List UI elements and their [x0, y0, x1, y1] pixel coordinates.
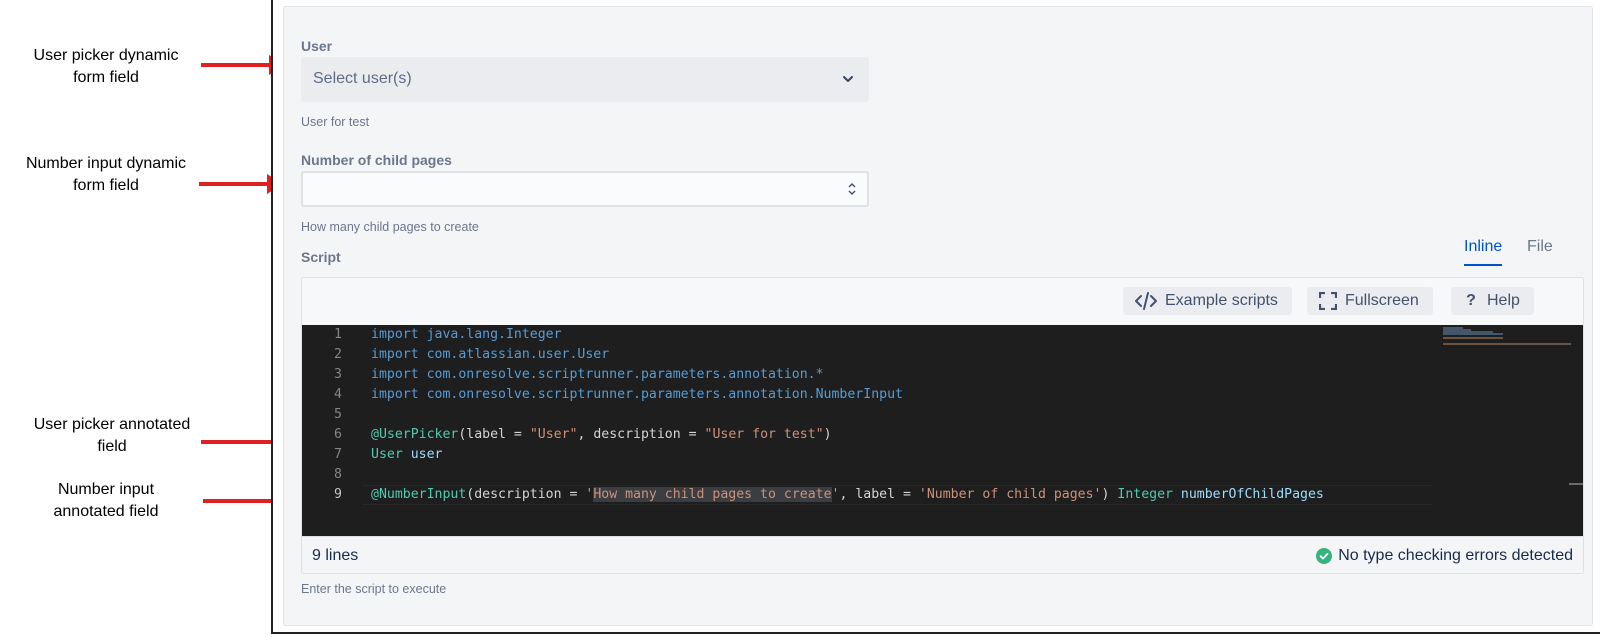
type-check-text: No type checking errors detected: [1338, 547, 1573, 564]
check-circle-icon: [1316, 548, 1333, 564]
screenshot-frame: User Select user(s) User for test Number…: [271, 0, 1600, 634]
line-number: 2: [334, 347, 342, 362]
type-check-status: No type checking errors detected: [1316, 547, 1573, 565]
spinner-arrows-icon[interactable]: [847, 180, 857, 198]
annotation-text: form field: [73, 177, 139, 194]
code-token: numberOfChildPages: [1180, 487, 1324, 502]
annotation-user-picker-dynamic: User picker dynamic form field: [14, 45, 198, 89]
user-field-label: User: [301, 38, 333, 54]
annotation-text: Number input: [57, 481, 155, 498]
code-token: ): [1101, 487, 1118, 502]
script-editor: Example scripts Fullscreen ? Help 1 impor…: [301, 277, 1584, 574]
code-line: 3 import com.onresolve.scriptrunner.param…: [302, 365, 1583, 385]
annotation-number-input-dynamic: Number input dynamic form field: [14, 153, 198, 197]
number-field-label: Number of child pages: [301, 152, 452, 168]
code-line: 9 @NumberInput(description = 'How many ch…: [302, 485, 1583, 505]
code-token: ): [823, 427, 832, 442]
code-line: 6 @UserPicker(label = "User", description…: [302, 425, 1583, 445]
line-number: 4: [334, 387, 342, 402]
fullscreen-button[interactable]: Fullscreen: [1307, 287, 1433, 315]
tab-inline[interactable]: Inline: [1464, 238, 1503, 266]
code-area[interactable]: 1 import java.lang.Integer 2 import com.atl…: [302, 325, 1583, 536]
editor-toolbar: Example scripts Fullscreen ? Help: [302, 278, 1583, 325]
annotation-user-picker-annotated: User picker annotated field: [14, 414, 210, 458]
example-scripts-label: Example scripts: [1165, 292, 1278, 309]
code-text: import java.lang.Integer: [371, 325, 562, 345]
script-field-helper: Enter the script to execute: [301, 582, 447, 596]
chevron-down-icon: [843, 76, 853, 82]
code-token: import com.onresolve.scriptrunner.parame…: [371, 387, 903, 402]
line-number: 3: [334, 367, 342, 382]
code-token: , label =: [839, 487, 919, 502]
script-field-label: Script: [301, 249, 341, 265]
code-line: 2 import com.atlassian.user.User: [302, 345, 1583, 365]
fullscreen-label: Fullscreen: [1345, 292, 1419, 309]
code-token: import com.onresolve.scriptrunner.parame…: [371, 367, 824, 382]
code-text: @UserPicker(label = "User", description …: [371, 425, 832, 445]
code-text: import com.onresolve.scriptrunner.parame…: [371, 385, 903, 405]
line-number: 5: [334, 407, 342, 422]
code-line: 7 User user: [302, 445, 1583, 465]
code-token: @NumberInput: [371, 487, 467, 502]
line-count: 9 lines: [312, 547, 359, 564]
documentation-figure: User picker dynamic form field Number in…: [0, 0, 1600, 637]
code-token: "User": [529, 427, 578, 442]
code-line: 8: [302, 465, 1583, 485]
user-picker-select[interactable]: Select user(s): [301, 57, 869, 102]
help-button[interactable]: ? Help: [1451, 287, 1534, 315]
annotation-text: field: [97, 438, 127, 455]
scrollbar-marker[interactable]: [1569, 483, 1583, 485]
fullscreen-icon: [1319, 292, 1337, 310]
code-token: (label =: [458, 427, 530, 442]
code-token: (description =: [466, 487, 586, 502]
code-token: import com.atlassian.user.User: [371, 347, 610, 362]
code-line: 1 import java.lang.Integer: [302, 325, 1583, 345]
annotation-text: form field: [73, 69, 139, 86]
line-number: 8: [334, 467, 342, 482]
code-text: import com.onresolve.scriptrunner.parame…: [371, 365, 824, 385]
code-token: @UserPicker: [371, 427, 459, 442]
code-text: User user: [371, 445, 442, 465]
code-minimap[interactable]: [1443, 327, 1573, 347]
line-number: 1: [334, 327, 342, 342]
code-token: Integer: [1117, 487, 1173, 502]
number-of-child-pages-input[interactable]: [301, 171, 869, 207]
code-token: User: [371, 447, 403, 462]
code-line: 4 import com.onresolve.scriptrunner.param…: [302, 385, 1583, 405]
user-picker-placeholder: Select user(s): [313, 70, 412, 87]
code-token: How many child pages to create: [593, 487, 832, 502]
number-field-helper: How many child pages to create: [301, 220, 479, 234]
line-number: 7: [334, 447, 342, 462]
code-text: @NumberInput(description = 'How many chi…: [371, 485, 1324, 505]
annotation-text: Number input dynamic: [25, 155, 187, 172]
annotation-text: annotated field: [53, 503, 159, 520]
annotation-text: User picker annotated: [33, 416, 191, 433]
code-line: 5: [302, 405, 1583, 425]
example-scripts-button[interactable]: Example scripts: [1123, 287, 1292, 315]
code-token: "User for test": [704, 427, 824, 442]
editor-status-bar: 9 lines No type checking errors detected: [302, 536, 1583, 573]
tab-file[interactable]: File: [1527, 238, 1553, 256]
line-number: 6: [334, 427, 342, 442]
annotation-number-input-annotated: Number input annotated field: [14, 479, 198, 523]
script-form-panel: User Select user(s) User for test Number…: [283, 6, 1593, 626]
annotation-text: User picker dynamic: [33, 47, 179, 64]
code-token: user: [410, 447, 443, 462]
code-token: import java.lang.Integer: [371, 327, 562, 342]
code-token: 'Number of child pages': [918, 487, 1102, 502]
code-icon: [1135, 292, 1157, 310]
help-icon: ?: [1466, 292, 1476, 309]
line-number: 9: [334, 487, 342, 502]
code-text: import com.atlassian.user.User: [371, 345, 609, 365]
code-token: , description =: [577, 427, 705, 442]
user-field-helper: User for test: [301, 115, 370, 129]
help-label: Help: [1487, 292, 1520, 309]
